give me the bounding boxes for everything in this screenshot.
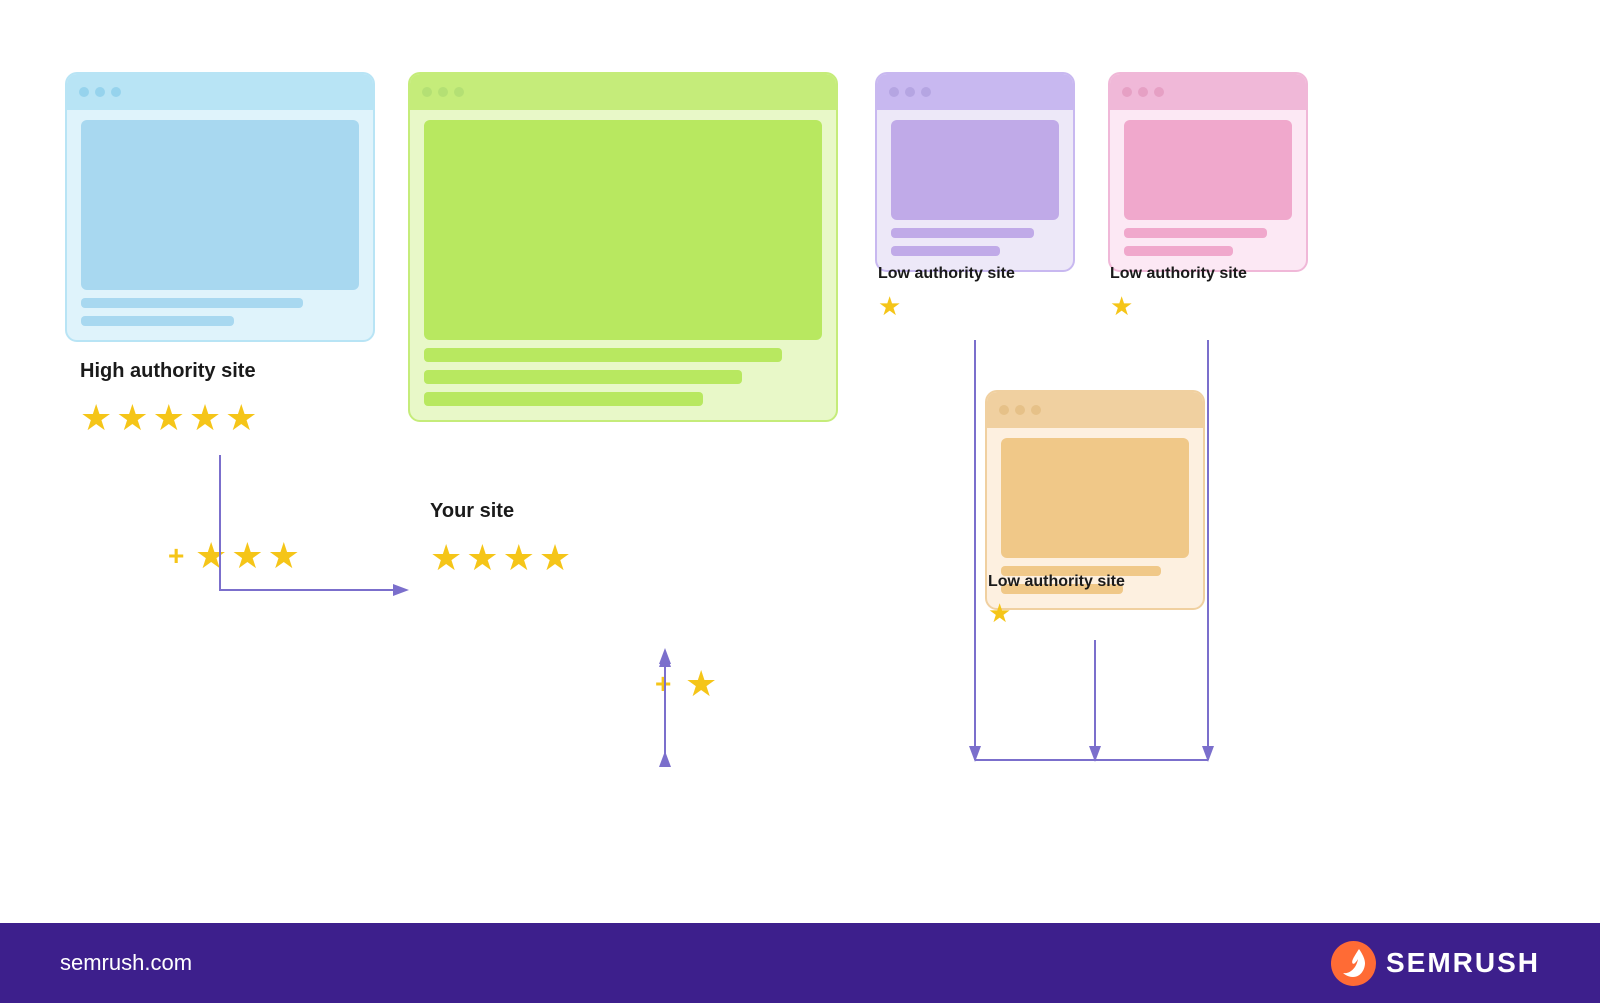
browser-dot-2 [905, 87, 915, 97]
high-authority-label: High authority site [80, 360, 256, 383]
browser-dot-3 [1031, 405, 1041, 415]
card-line [424, 392, 703, 406]
footer-url: semrush.com [60, 950, 192, 976]
card-image [891, 120, 1059, 220]
browser-dot-2 [438, 87, 448, 97]
card-titlebar [410, 74, 836, 110]
card-line [1124, 246, 1233, 256]
your-site-label: Your site [430, 500, 514, 523]
high-authority-stars: ★ ★ ★ ★ ★ [80, 400, 257, 436]
card-line [424, 348, 782, 362]
card-line [81, 298, 303, 308]
card-titlebar [987, 392, 1203, 428]
transfer-stars: ★ ★ ★ [195, 538, 300, 574]
star-1: ★ [80, 400, 112, 436]
star-1: ★ [685, 666, 717, 702]
diagram: High authority site ★ ★ ★ ★ ★ Your site … [0, 0, 1600, 923]
footer: semrush.com SEMRUSH [0, 923, 1600, 1003]
card-content [877, 110, 1073, 270]
high-authority-card [65, 72, 375, 342]
browser-dot-1 [422, 87, 432, 97]
low-authority-stars-3: ★ [988, 600, 1011, 626]
card-content [1110, 110, 1306, 270]
star-2: ★ [231, 538, 263, 574]
star-2: ★ [116, 400, 148, 436]
card-line [1124, 228, 1267, 238]
browser-dot-1 [1122, 87, 1132, 97]
your-site-card [408, 72, 838, 422]
card-image [1124, 120, 1292, 220]
card-line [891, 228, 1034, 238]
star-4: ★ [189, 400, 221, 436]
star-5: ★ [225, 400, 257, 436]
low-authority-label-3: Low authority site [988, 573, 1125, 591]
browser-dot-1 [79, 87, 89, 97]
browser-dot-2 [1015, 405, 1025, 415]
star-3: ★ [153, 400, 185, 436]
browser-dot-1 [889, 87, 899, 97]
plus-icon-2: + [655, 668, 671, 700]
star-3: ★ [268, 538, 300, 574]
semrush-flame-icon [1331, 941, 1376, 986]
star-1: ★ [1110, 293, 1133, 319]
browser-dot-2 [1138, 87, 1148, 97]
browser-dot-3 [921, 87, 931, 97]
card-titlebar [1110, 74, 1306, 110]
bonus-star: ★ [685, 666, 717, 702]
star-1: ★ [878, 293, 901, 319]
card-line [891, 246, 1000, 256]
browser-dot-3 [1154, 87, 1164, 97]
low-authority-stars-2: ★ [1110, 293, 1133, 319]
low-authority-card-1 [875, 72, 1075, 272]
low-authority-stars-1: ★ [878, 293, 901, 319]
star-4: ★ [539, 540, 571, 576]
card-image [424, 120, 822, 340]
star-1: ★ [430, 540, 462, 576]
star-1: ★ [195, 538, 227, 574]
semrush-logo: SEMRUSH [1331, 941, 1540, 986]
semrush-brand-name: SEMRUSH [1386, 947, 1540, 979]
low-authority-card-2 [1108, 72, 1308, 272]
card-content [67, 110, 373, 340]
your-site-stars: ★ ★ ★ ★ [430, 540, 571, 576]
card-line [81, 316, 234, 326]
star-1: ★ [988, 600, 1011, 626]
low-authority-label-2: Low authority site [1110, 265, 1247, 283]
card-line [424, 370, 742, 384]
browser-dot-1 [999, 405, 1009, 415]
card-content [410, 110, 836, 420]
card-titlebar [67, 74, 373, 110]
browser-dot-3 [454, 87, 464, 97]
browser-dot-2 [95, 87, 105, 97]
card-image [81, 120, 359, 290]
star-3: ★ [503, 540, 535, 576]
card-titlebar [877, 74, 1073, 110]
plus-icon-1: + [168, 540, 184, 572]
star-2: ★ [466, 540, 498, 576]
card-image [1001, 438, 1189, 558]
low-authority-label-1: Low authority site [878, 265, 1015, 283]
browser-dot-3 [111, 87, 121, 97]
